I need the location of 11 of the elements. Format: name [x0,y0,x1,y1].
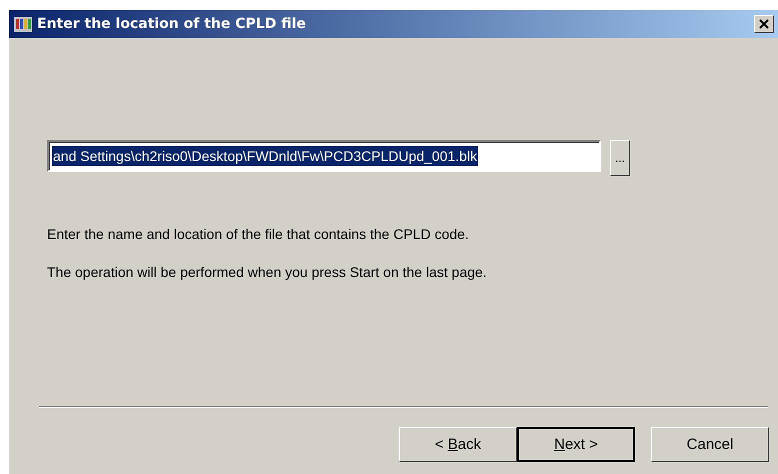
wizard-button[interactable]: < Back [399,427,517,462]
close-icon [759,19,769,29]
instruction-text: The operation will be performed when you press Start on the last page. [47,264,488,280]
file-path-field[interactable]: and Settings\ch2riso0\Desktop\FWDnld\Fw\PCD3CPLDUpd_001.blk [47,140,601,172]
wizard-button[interactable]: Cancel [651,427,769,462]
close-button[interactable] [754,15,774,33]
wizard-button[interactable]: Next > [517,427,635,462]
app-icon [13,14,33,34]
instruction-text: Enter the name and location of the file that contains the CPLD code. [47,226,470,242]
window-title: Enter the location of the CPLD file [37,16,307,32]
browse-button[interactable]: ... [610,140,630,176]
